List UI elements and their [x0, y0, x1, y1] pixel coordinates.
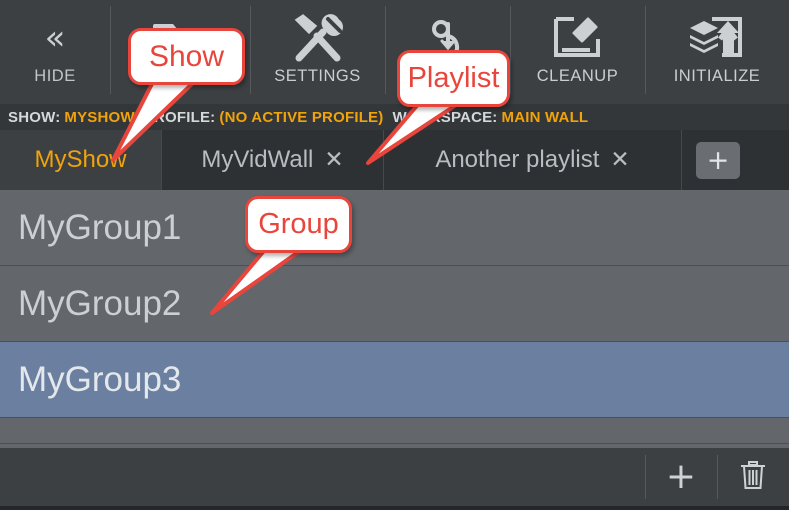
status-show-key: SHOW:	[8, 108, 61, 126]
tab-myshow[interactable]: MyShow	[0, 130, 162, 190]
tab-myvidwall-close-icon[interactable]: ✕	[324, 148, 343, 172]
status-profile-value: (NO ACTIVE PROFILE)	[219, 108, 384, 126]
status-profile-key: PROFILE:	[143, 108, 216, 126]
group-row-empty[interactable]	[0, 418, 789, 444]
tab-another-playlist-label: Another playlist	[435, 146, 600, 173]
tab-myshow-label: MyShow	[34, 146, 127, 173]
tab-another-playlist-close-icon[interactable]: ✕	[610, 148, 629, 172]
cleanup-button[interactable]: CLEANUP	[510, 0, 645, 104]
status-workspace-value: MAIN WALL	[501, 108, 589, 126]
tab-add-area: +	[682, 130, 789, 190]
callout-show-bubble: Show	[128, 28, 245, 85]
group-row-2[interactable]: MyGroup2	[0, 266, 789, 342]
status-bar: SHOW: MYSHOW PROFILE: (NO ACTIVE PROFILE…	[0, 104, 789, 130]
window-bottom-edge	[0, 506, 789, 510]
group-actions-bar: +	[0, 448, 789, 506]
callout-group-bubble: Group	[245, 196, 352, 253]
group-list[interactable]: MyGroup1 MyGroup2 MyGroup3	[0, 190, 789, 448]
group-row-3[interactable]: MyGroup3	[0, 342, 789, 418]
hide-button[interactable]: « HIDE	[0, 0, 110, 104]
tab-bar: MyShow MyVidWall ✕ Another playlist ✕ +	[0, 130, 789, 190]
plus-icon: +	[706, 144, 730, 176]
main-toolbar: « HIDE SHOW	[0, 0, 789, 104]
layers-upload-icon	[690, 10, 744, 66]
delete-group-button[interactable]	[717, 448, 789, 506]
add-tab-button[interactable]: +	[696, 141, 740, 179]
group-row-2-label: MyGroup2	[18, 283, 182, 323]
callout-show-label: Show	[148, 39, 225, 73]
group-row-1[interactable]: MyGroup1	[0, 190, 789, 266]
add-group-button[interactable]: +	[645, 448, 717, 506]
callout-playlist-label: Playlist	[407, 62, 500, 94]
settings-button[interactable]: SETTINGS	[250, 0, 385, 104]
callout-group-label: Group	[258, 208, 339, 240]
settings-button-label: SETTINGS	[274, 67, 361, 85]
group-row-3-label: MyGroup3	[18, 359, 182, 399]
initialize-button[interactable]: INITIALIZE	[645, 0, 789, 104]
application-window: « HIDE SHOW	[0, 0, 789, 510]
status-show-value: MYSHOW	[64, 108, 135, 126]
cleanup-button-label: CLEANUP	[536, 67, 619, 85]
tab-myvidwall-label: MyVidWall	[201, 146, 314, 173]
callout-playlist-bubble: Playlist	[397, 50, 510, 107]
status-workspace-key: WORKSPACE:	[392, 108, 498, 126]
tools-icon	[293, 10, 343, 66]
initialize-button-label: INITIALIZE	[673, 67, 761, 85]
tab-myvidwall[interactable]: MyVidWall ✕	[162, 130, 384, 190]
hide-button-label: HIDE	[34, 67, 76, 85]
callout-show: Show	[128, 28, 245, 85]
trash-icon	[740, 459, 766, 496]
eraser-screen-icon	[552, 10, 604, 66]
group-row-1-label: MyGroup1	[18, 207, 182, 247]
callout-playlist: Playlist	[397, 50, 510, 107]
callout-group: Group	[245, 196, 352, 253]
plus-icon: +	[665, 456, 697, 497]
tab-another-playlist[interactable]: Another playlist ✕	[384, 130, 682, 190]
chevrons-left-icon: «	[44, 18, 66, 58]
